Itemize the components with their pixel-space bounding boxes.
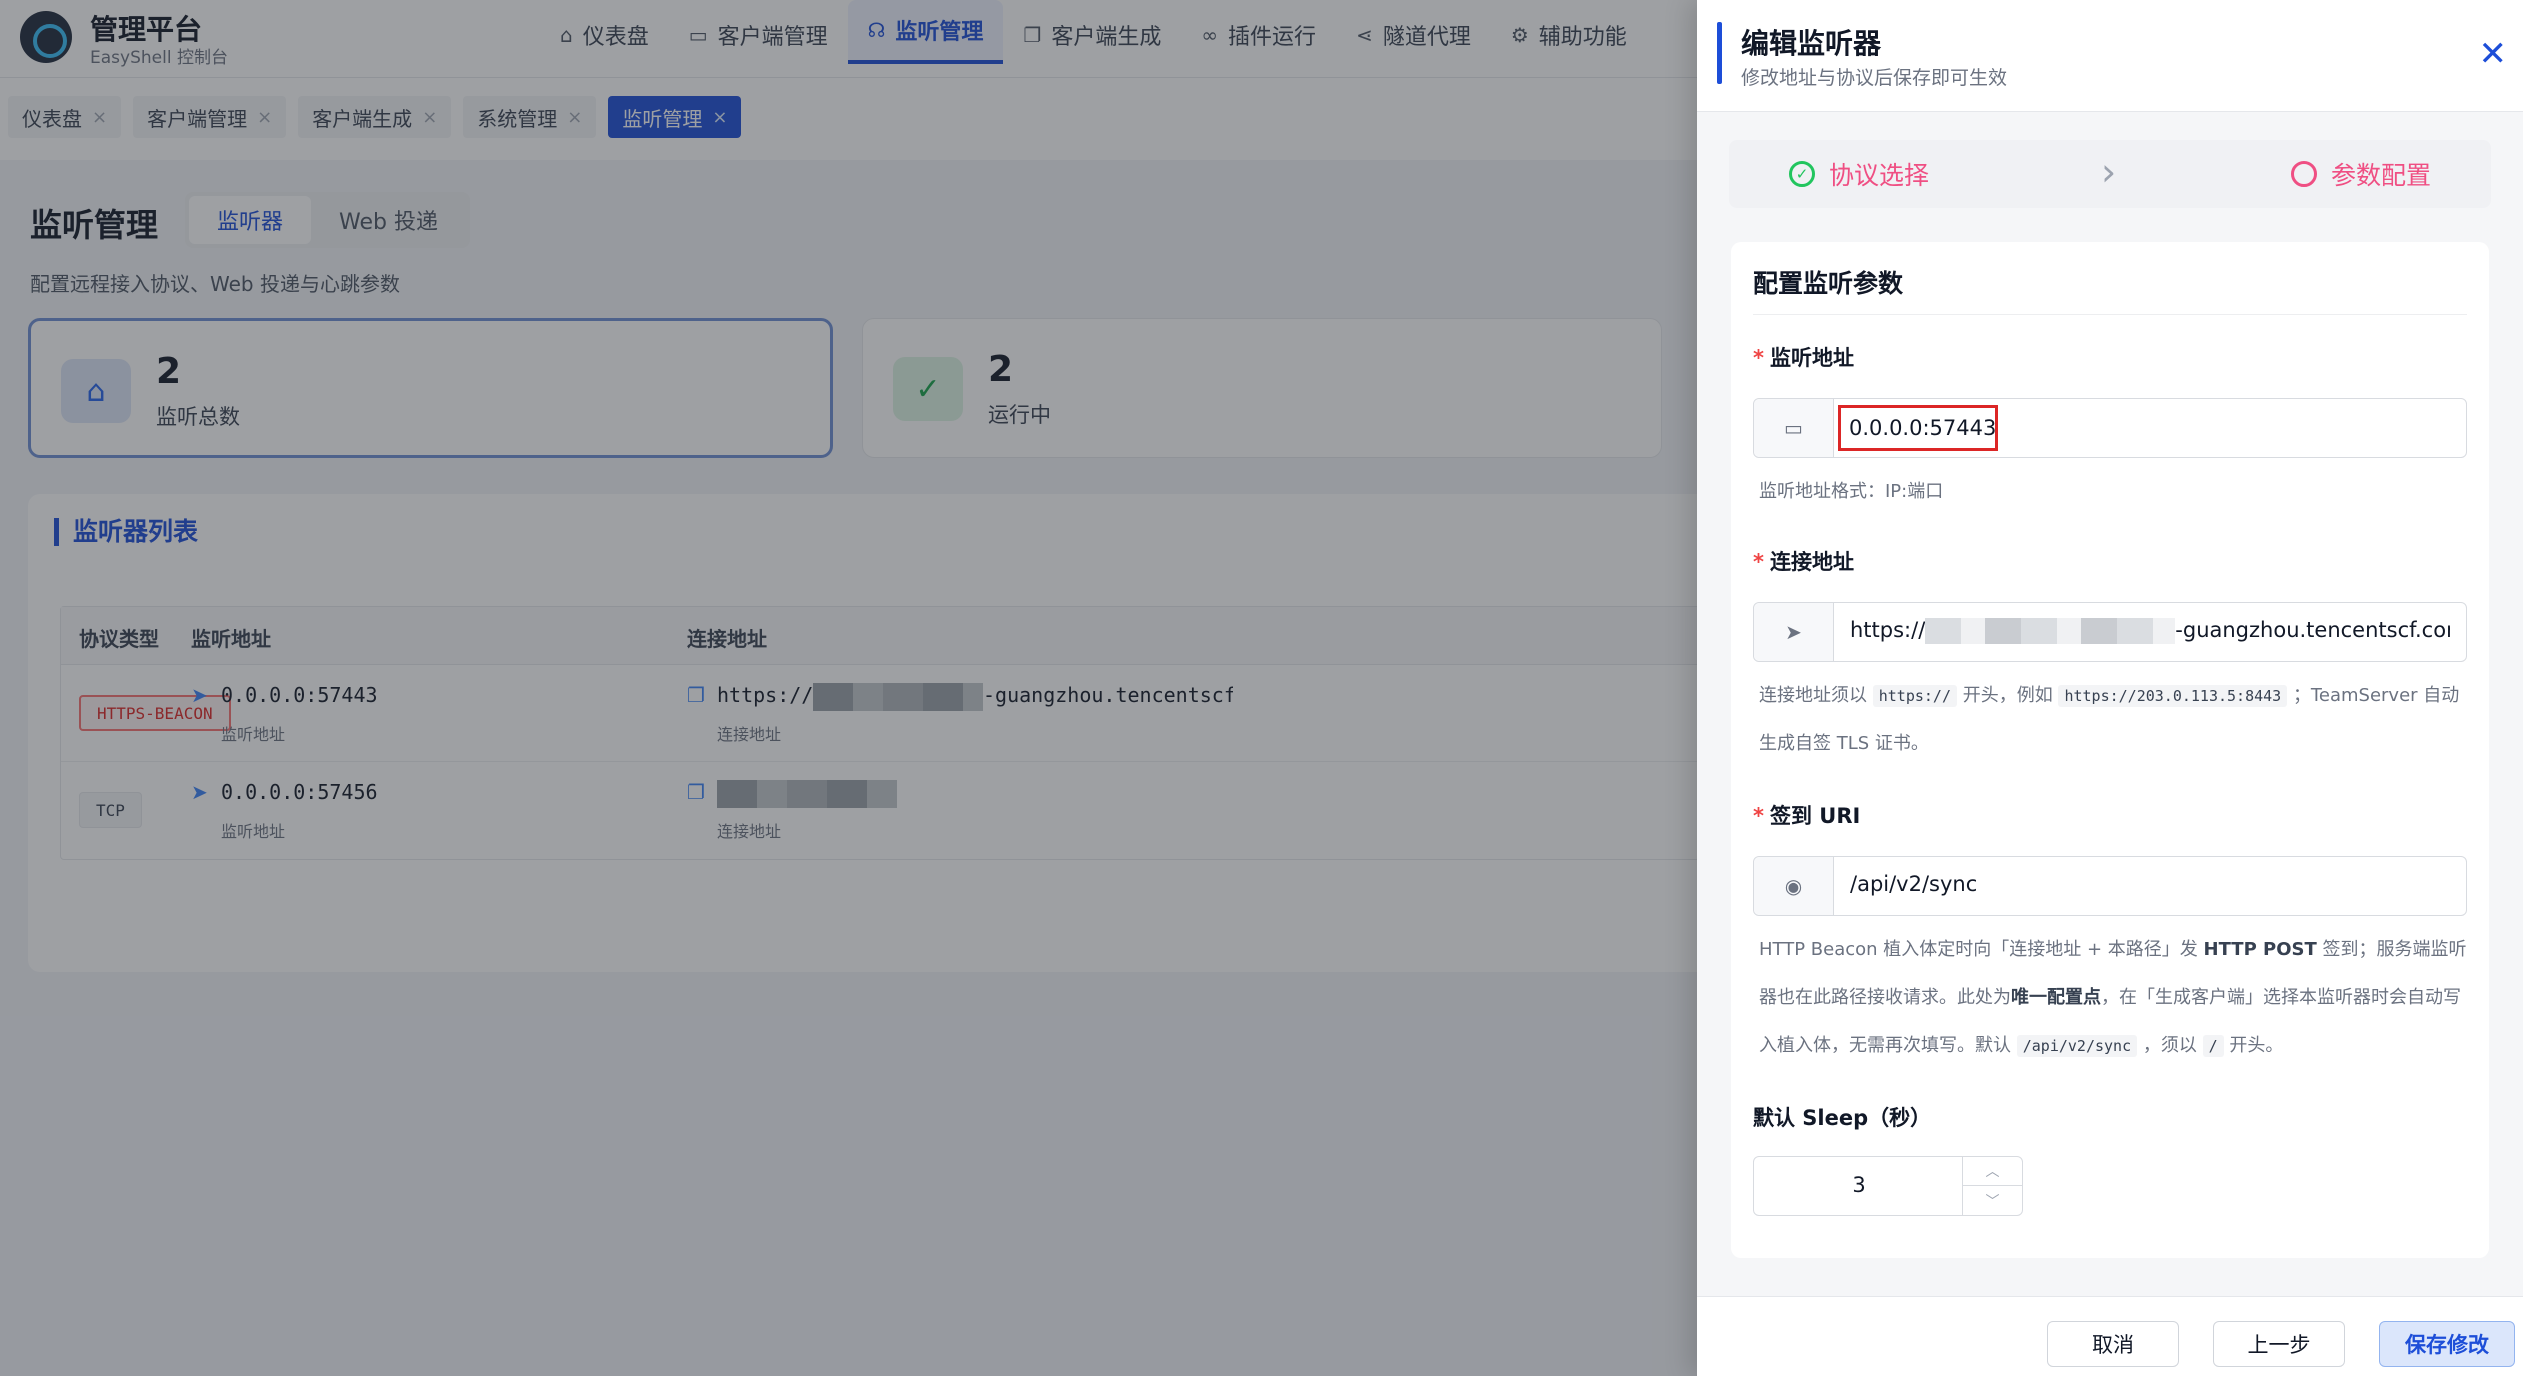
divider	[1753, 314, 2467, 315]
step-label: 参数配置	[2330, 161, 2431, 190]
connect-address-label: * 连接地址	[1753, 550, 1854, 574]
required-mark: *	[1753, 346, 1764, 370]
listen-address-help: 监听地址格式：IP:端口	[1759, 481, 1944, 502]
sleep-label: 默认 Sleep（秒）	[1753, 1106, 1932, 1130]
monitor-icon: ▭	[1754, 399, 1834, 457]
step-protocol[interactable]: ✓ 协议选择	[1789, 156, 1929, 192]
listen-address-label: * 监听地址	[1753, 346, 1854, 370]
required-mark: *	[1753, 804, 1764, 828]
form-card-title: 配置监听参数	[1753, 269, 1904, 298]
checkin-uri-value: /api/v2/sync	[1850, 872, 1978, 896]
title-accent-bar	[1717, 22, 1722, 84]
chevron-down-icon[interactable]: ﹀	[1963, 1186, 2022, 1215]
sleep-value[interactable]: 3	[1754, 1173, 1964, 1197]
save-button[interactable]: 保存修改	[2379, 1321, 2515, 1367]
redacted-block	[1925, 618, 2176, 644]
circle-icon	[2290, 161, 2317, 187]
connect-address-field[interactable]: ➤ https://-guangzhou.tencentscf.com:44	[1753, 602, 2467, 662]
drawer-subtitle: 修改地址与协议后保存即可生效	[1741, 67, 2008, 89]
connect-address-value: https://-guangzhou.tencentscf.com:44	[1850, 618, 2450, 644]
send-icon: ➤	[1754, 603, 1834, 661]
previous-step-button[interactable]: 上一步	[2213, 1321, 2345, 1367]
stepper-buttons: ︿ ﹀	[1962, 1157, 2022, 1215]
listen-address-value: 0.0.0.0:57443	[1849, 416, 1997, 440]
edit-listener-drawer: 编辑监听器 修改地址与协议后保存即可生效 ✕ ✓ 协议选择 › 参数配置 配置监…	[1697, 0, 2523, 1376]
highlight-box: 0.0.0.0:57443	[1838, 405, 1998, 451]
required-mark: *	[1753, 550, 1764, 574]
connect-address-help: 连接地址须以 https:// 开头，例如 https://203.0.113.…	[1759, 685, 2460, 754]
close-icon[interactable]: ✕	[2479, 34, 2508, 74]
drawer-footer: 取消 上一步 保存修改	[1697, 1296, 2523, 1376]
listen-address-field[interactable]: ▭ 0.0.0.0:57443	[1753, 398, 2467, 458]
check-circle-icon: ✓	[1789, 161, 1815, 187]
chevron-up-icon[interactable]: ︿	[1963, 1157, 2022, 1186]
sleep-stepper[interactable]: 3 ︿ ﹀	[1753, 1156, 2023, 1216]
checkin-uri-label: * 签到 URI	[1753, 804, 1861, 828]
chrome-icon: ◉	[1754, 857, 1834, 915]
step-indicator: ✓ 协议选择 › 参数配置	[1729, 140, 2491, 208]
step-label: 协议选择	[1829, 161, 1930, 190]
form-card: 配置监听参数 * 监听地址 ▭ 0.0.0.0:57443 监听地址格式：IP:端…	[1731, 242, 2489, 1258]
cancel-button[interactable]: 取消	[2047, 1321, 2179, 1367]
checkin-uri-field[interactable]: ◉ /api/v2/sync	[1753, 856, 2467, 916]
checkin-uri-help: HTTP Beacon 植入体定时向「连接地址 + 本路径」发 HTTP POS…	[1759, 939, 2467, 1057]
drawer-header: 编辑监听器 修改地址与协议后保存即可生效 ✕	[1697, 0, 2523, 112]
chevron-right-icon: ›	[2101, 150, 2117, 194]
step-params[interactable]: 参数配置	[2290, 156, 2431, 192]
drawer-title: 编辑监听器	[1741, 27, 1882, 60]
modal-overlay[interactable]	[0, 0, 1697, 1376]
